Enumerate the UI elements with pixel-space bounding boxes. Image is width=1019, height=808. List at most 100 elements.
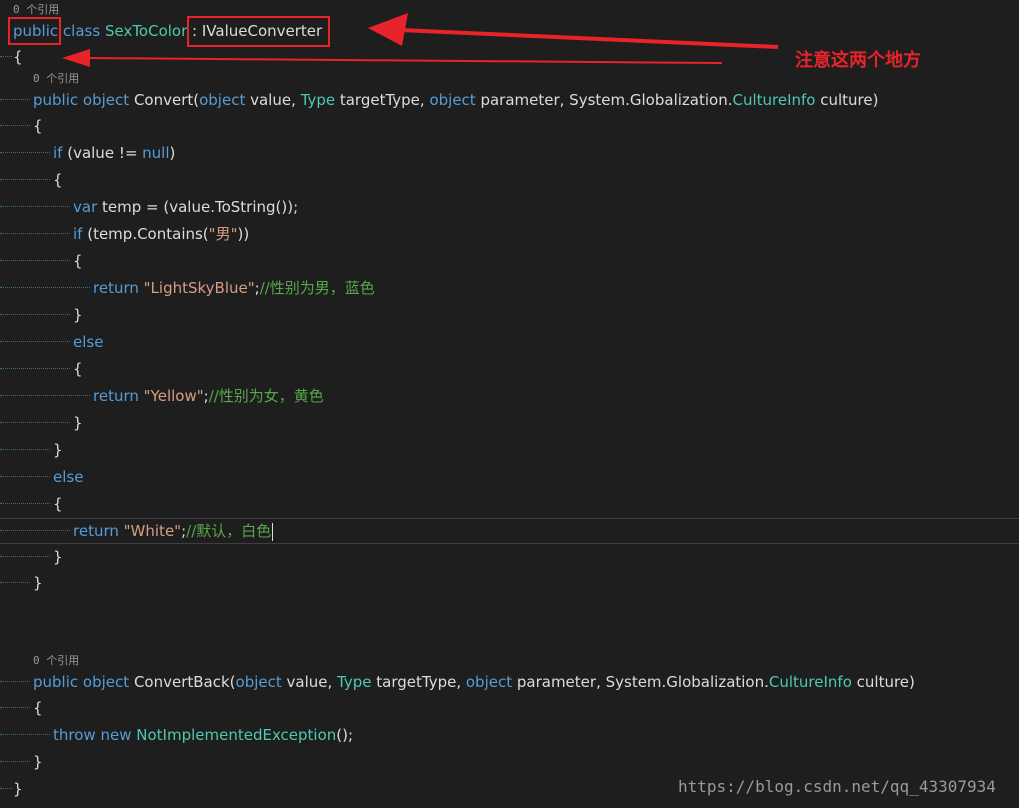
param-type: object bbox=[199, 91, 246, 109]
keyword-var: var bbox=[73, 198, 98, 216]
code-line-class-declaration[interactable]: public class SexToColor : IValueConverte… bbox=[0, 18, 1019, 44]
code-line-return-blue[interactable]: return "LightSkyBlue";//性别为男，蓝色 bbox=[0, 275, 1019, 301]
keyword-return: return bbox=[73, 522, 119, 540]
param-type: Type bbox=[300, 91, 336, 109]
code-line-else-inner-close[interactable]: } bbox=[0, 410, 1019, 436]
code-line-convert-open[interactable]: { bbox=[0, 113, 1019, 139]
indent-guide bbox=[0, 681, 30, 683]
brace: } bbox=[53, 441, 63, 459]
keyword-return: return bbox=[93, 387, 139, 405]
brace: { bbox=[33, 117, 43, 135]
code-editor[interactable]: 0 个引用 public class SexToColor : IValueCo… bbox=[0, 0, 1019, 808]
comment: //默认，白色 bbox=[186, 522, 272, 540]
code-line-convert-signature[interactable]: public object Convert(object value, Type… bbox=[0, 87, 1019, 113]
keyword-public: public bbox=[33, 91, 79, 109]
code-line-convertback-close[interactable]: } bbox=[0, 749, 1019, 775]
method-name: Convert( bbox=[133, 91, 200, 109]
indent-guide bbox=[0, 788, 12, 790]
codelens-class-references[interactable]: 0 个引用 bbox=[13, 2, 59, 18]
code-line-if-close[interactable]: } bbox=[0, 437, 1019, 463]
keyword-return: return bbox=[93, 279, 139, 297]
code-line-if-null[interactable]: if (value != null) bbox=[0, 140, 1019, 166]
indent-guide bbox=[0, 99, 30, 101]
param-name: targetType, bbox=[371, 673, 466, 691]
indent-guide bbox=[0, 761, 30, 763]
brace: } bbox=[73, 306, 83, 324]
indent-guide bbox=[0, 707, 30, 709]
keyword-else: else bbox=[53, 468, 84, 486]
indent-guide bbox=[0, 476, 50, 478]
code-line-inner-open[interactable]: { bbox=[0, 248, 1019, 274]
string-literal: "LightSkyBlue" bbox=[143, 279, 255, 297]
call-parens: (); bbox=[336, 726, 354, 744]
condition: (temp.Contains( bbox=[82, 225, 209, 243]
code-line-else-inner[interactable]: else bbox=[0, 329, 1019, 355]
brace: } bbox=[33, 753, 43, 771]
param-type: object bbox=[465, 673, 513, 691]
brace: { bbox=[33, 699, 43, 717]
indent-guide bbox=[0, 368, 70, 370]
code-line-else-outer[interactable]: else bbox=[0, 464, 1019, 490]
brace: } bbox=[33, 574, 43, 592]
code-line-throw[interactable]: throw new NotImplementedException(); bbox=[0, 722, 1019, 748]
param-type: object bbox=[235, 673, 282, 691]
annotation-text: 注意这两个地方 bbox=[795, 50, 921, 71]
exception-type: NotImplementedException bbox=[136, 726, 337, 744]
keyword-object: object bbox=[82, 673, 130, 691]
brace: { bbox=[73, 360, 83, 378]
keyword-else: else bbox=[73, 333, 104, 351]
param-name: culture) bbox=[815, 91, 879, 109]
indent-guide bbox=[0, 206, 70, 208]
code-line-convertback-open[interactable]: { bbox=[0, 695, 1019, 721]
brace: { bbox=[53, 495, 63, 513]
keyword-null: null bbox=[142, 144, 170, 162]
code-line-inner-close[interactable]: } bbox=[0, 302, 1019, 328]
text-caret bbox=[272, 522, 274, 541]
code-line-if-open[interactable]: { bbox=[0, 167, 1019, 193]
code-line-return-yellow[interactable]: return "Yellow";//性别为女，黄色 bbox=[0, 383, 1019, 409]
method-name: ConvertBack( bbox=[133, 673, 236, 691]
comment: //性别为女，黄色 bbox=[208, 387, 324, 405]
indent-guide bbox=[0, 556, 50, 558]
code-line-convert-close[interactable]: } bbox=[0, 570, 1019, 596]
indent-guide bbox=[0, 152, 50, 154]
keyword-throw: throw bbox=[53, 726, 96, 744]
indent-guide bbox=[0, 260, 70, 262]
code-line-var-temp[interactable]: var temp = (value.ToString()); bbox=[0, 194, 1019, 220]
indent-guide bbox=[0, 179, 50, 181]
code-line-convertback-signature[interactable]: public object ConvertBack(object value, … bbox=[0, 669, 1019, 695]
keyword-new: new bbox=[100, 726, 132, 744]
paren: )) bbox=[237, 225, 250, 243]
codelens-convert-references[interactable]: 0 个引用 bbox=[33, 71, 79, 87]
param-type: CultureInfo bbox=[732, 91, 816, 109]
string-literal: "White" bbox=[123, 522, 182, 540]
indent-guide bbox=[0, 734, 50, 736]
param-type: CultureInfo bbox=[768, 673, 852, 691]
code-line-else-outer-close[interactable]: } bbox=[0, 544, 1019, 570]
codelens-convertback-references[interactable]: 0 个引用 bbox=[33, 653, 79, 669]
watermark: https://blog.csdn.net/qq_43307934 bbox=[678, 777, 996, 796]
param-type: object bbox=[429, 91, 476, 109]
comment: //性别为男，蓝色 bbox=[259, 279, 375, 297]
indent-guide bbox=[0, 314, 70, 316]
indent-guide bbox=[0, 449, 50, 451]
brace: } bbox=[13, 780, 23, 798]
indent-guide bbox=[0, 422, 70, 424]
indent-guide bbox=[0, 287, 90, 289]
param-name: parameter, System.Globalization. bbox=[475, 91, 733, 109]
brace: { bbox=[13, 48, 23, 66]
class-name: SexToColor bbox=[104, 22, 188, 40]
param-name: parameter, System.Globalization. bbox=[512, 673, 769, 691]
code-line-else-outer-open[interactable]: { bbox=[0, 491, 1019, 517]
keyword-object: object bbox=[82, 91, 130, 109]
brace: } bbox=[73, 414, 83, 432]
indent-guide bbox=[0, 395, 90, 397]
brace: { bbox=[73, 252, 83, 270]
string-literal: "男" bbox=[208, 225, 238, 243]
indent-guide bbox=[0, 530, 70, 532]
code-line-return-white[interactable]: return "White";//默认，白色 bbox=[0, 518, 1019, 544]
statement: temp = (value.ToString()); bbox=[97, 198, 299, 216]
paren: ) bbox=[169, 144, 176, 162]
code-line-else-inner-open[interactable]: { bbox=[0, 356, 1019, 382]
code-line-if-contains[interactable]: if (temp.Contains("男")) bbox=[0, 221, 1019, 247]
